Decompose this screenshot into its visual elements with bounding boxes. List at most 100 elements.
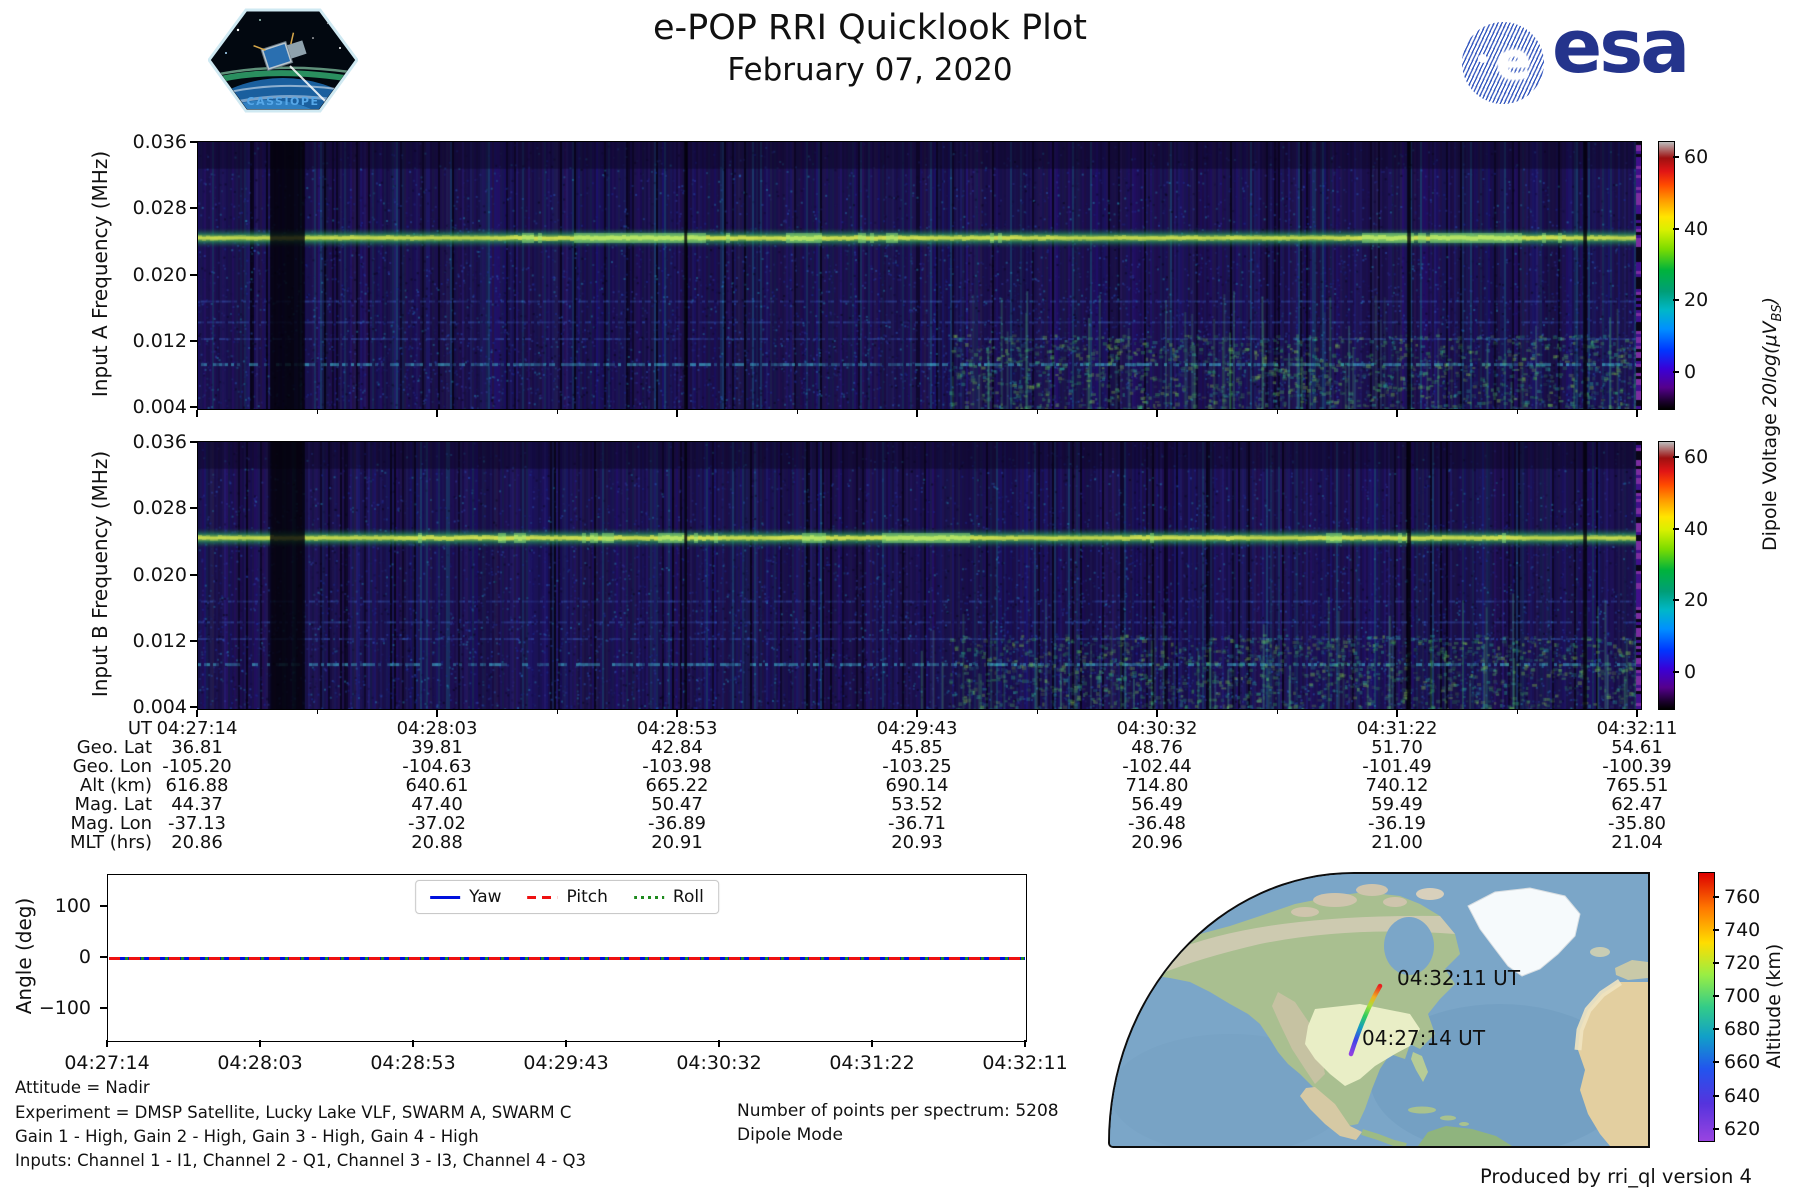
roll-line-swatch-icon bbox=[633, 895, 664, 899]
angle-xtick-mark bbox=[871, 1040, 873, 1047]
page-title: e-POP RRI Quicklook Plot bbox=[652, 8, 1087, 48]
colorbar-tick-label: 40 bbox=[1684, 218, 1709, 240]
ephemeris-cell: 616.88 bbox=[165, 775, 229, 796]
freq-tick-label: 0.028 bbox=[132, 197, 187, 219]
ephemeris-cell: -36.19 bbox=[1367, 813, 1427, 834]
ephemeris-row-label: UT bbox=[127, 718, 152, 739]
ephemeris-cell: 740.12 bbox=[1365, 775, 1429, 796]
colorbar-tick-label: 40 bbox=[1684, 518, 1709, 540]
angle-xtick-mark bbox=[259, 1040, 261, 1047]
angle-xtick-mark bbox=[1024, 1040, 1026, 1047]
ephemeris-cell: -101.49 bbox=[1362, 756, 1432, 777]
esa-wordmark: esa bbox=[1552, 4, 1690, 90]
freq-tick-label: 0.012 bbox=[132, 630, 187, 652]
produced-by-note: Produced by rri_ql version 4 bbox=[1480, 1165, 1752, 1188]
time-minor-tick-mark bbox=[557, 410, 559, 414]
points-note: Number of points per spectrum: 5208 bbox=[737, 1101, 1059, 1121]
ephemeris-cell: 56.49 bbox=[1131, 794, 1183, 815]
angle-ytick-label: 100 bbox=[54, 895, 91, 917]
time-tick-mark bbox=[196, 710, 198, 717]
angle-ytick-mark bbox=[100, 1007, 107, 1009]
time-minor-tick-mark bbox=[1037, 410, 1039, 414]
freq-tick-mark bbox=[190, 640, 197, 642]
ephemeris-cell: 47.40 bbox=[411, 794, 463, 815]
ephemeris-row-label: Geo. Lat bbox=[76, 737, 152, 758]
epop-rri-quicklook-page: { "header": { "title": "e-POP RRI Quickl… bbox=[0, 0, 1800, 1200]
altitude-colorbar-label: Altitude (km) bbox=[1763, 943, 1785, 1069]
ephemeris-row-label: Mag. Lon bbox=[70, 813, 152, 834]
colorbar-tick-label: 20 bbox=[1684, 589, 1709, 611]
time-tick-mark bbox=[1636, 410, 1638, 417]
altitude-tick-mark bbox=[1713, 1095, 1719, 1097]
ephemeris-cell: 48.76 bbox=[1131, 737, 1183, 758]
ephemeris-cell: 04:31:22 bbox=[1356, 718, 1438, 739]
ephemeris-cell: 640.61 bbox=[405, 775, 469, 796]
altitude-tick-label: 700 bbox=[1724, 985, 1761, 1007]
legend-item-roll: Roll bbox=[633, 887, 704, 907]
spectrogram-b bbox=[197, 441, 1642, 710]
time-minor-tick-mark bbox=[1517, 410, 1519, 414]
ephemeris-row-label: MLT (hrs) bbox=[69, 832, 152, 853]
altitude-tick-label: 640 bbox=[1724, 1085, 1761, 1107]
time-minor-tick-mark bbox=[317, 410, 319, 414]
ephemeris-cell: -35.80 bbox=[1607, 813, 1667, 834]
colorbar-tick-mark bbox=[1673, 456, 1679, 458]
angle-xtick-labels: 04:27:14 04:28:03 04:28:53 04:29:43 04:30:32… bbox=[64, 1040, 1068, 1074]
colorbar-tick-label: 0 bbox=[1684, 661, 1697, 683]
spectrogram-a bbox=[197, 141, 1642, 410]
ephemeris-cell: 45.85 bbox=[891, 737, 943, 758]
ephemeris-cell: 20.88 bbox=[411, 832, 463, 853]
angle-ytick-mark bbox=[100, 956, 107, 958]
freq-tick-label: 0.012 bbox=[132, 330, 187, 352]
altitude-tick-label: 720 bbox=[1724, 952, 1761, 974]
time-tick-mark bbox=[1156, 410, 1158, 417]
freq-tick-label: 0.004 bbox=[132, 696, 187, 718]
freq-tick-mark bbox=[190, 340, 197, 342]
time-tick-mark bbox=[436, 410, 438, 417]
altitude-tick-label: 660 bbox=[1724, 1051, 1761, 1073]
yaw-line-swatch-icon bbox=[430, 895, 461, 899]
ephemeris-cell: 50.47 bbox=[651, 794, 703, 815]
panel-b-ytick-labels: 0.036 0.028 0.020 0.012 0.004 bbox=[0, 431, 197, 718]
time-minor-tick-mark bbox=[797, 710, 799, 714]
time-tick-mark bbox=[1636, 710, 1638, 717]
colorbar-tick-label: 0 bbox=[1684, 361, 1697, 383]
angle-legend: Yaw Pitch Roll bbox=[415, 880, 719, 914]
freq-tick-label: 0.020 bbox=[132, 564, 187, 586]
ephemeris-cell: -102.44 bbox=[1122, 756, 1192, 777]
colorbar-b-ticks: 60 40 20 0 bbox=[1658, 441, 1738, 708]
ephemeris-cell: -36.48 bbox=[1127, 813, 1187, 834]
ephemeris-cell: -103.25 bbox=[882, 756, 952, 777]
angle-xtick-label: 04:31:22 bbox=[829, 1052, 915, 1074]
patch-text: CASSIOPE bbox=[247, 95, 320, 108]
freq-tick-mark bbox=[190, 706, 197, 708]
ephemeris-cell: -105.20 bbox=[162, 756, 232, 777]
altitude-tick-mark bbox=[1713, 929, 1719, 931]
time-tick-mark bbox=[676, 710, 678, 717]
ephemeris-cell: -36.89 bbox=[647, 813, 707, 834]
ephemeris-cell: 59.49 bbox=[1371, 794, 1423, 815]
time-tick-mark bbox=[1396, 410, 1398, 417]
ephemeris-cell: 36.81 bbox=[171, 737, 223, 758]
angle-xtick-label: 04:32:11 bbox=[982, 1052, 1068, 1074]
time-tick-mark bbox=[436, 710, 438, 717]
colorbar-tick-mark bbox=[1673, 671, 1679, 673]
colorbar-tick-label: 20 bbox=[1684, 289, 1709, 311]
angle-plot: Yaw Pitch Roll bbox=[107, 874, 1027, 1042]
legend-label: Roll bbox=[672, 887, 704, 907]
time-minor-tick-mark bbox=[797, 410, 799, 414]
legend-label: Pitch bbox=[566, 887, 608, 907]
page-date: February 07, 2020 bbox=[727, 52, 1013, 88]
ephemeris-cell: 04:32:11 bbox=[1596, 718, 1678, 739]
altitude-tick-mark bbox=[1713, 1028, 1719, 1030]
ephemeris-cell: 04:28:03 bbox=[396, 718, 478, 739]
angle-xtick-label: 04:28:53 bbox=[370, 1052, 456, 1074]
time-minor-tick-mark bbox=[317, 710, 319, 714]
freq-tick-label: 0.036 bbox=[132, 131, 187, 153]
angle-xtick-label: 04:29:43 bbox=[523, 1052, 609, 1074]
ephemeris-cell: 44.37 bbox=[171, 794, 223, 815]
header: e-POP RRI Quicklook Plot February 07, 20… bbox=[400, 8, 1340, 88]
time-tick-mark bbox=[916, 410, 918, 417]
time-minor-tick-mark bbox=[1037, 710, 1039, 714]
angle-xtick-mark bbox=[412, 1040, 414, 1047]
